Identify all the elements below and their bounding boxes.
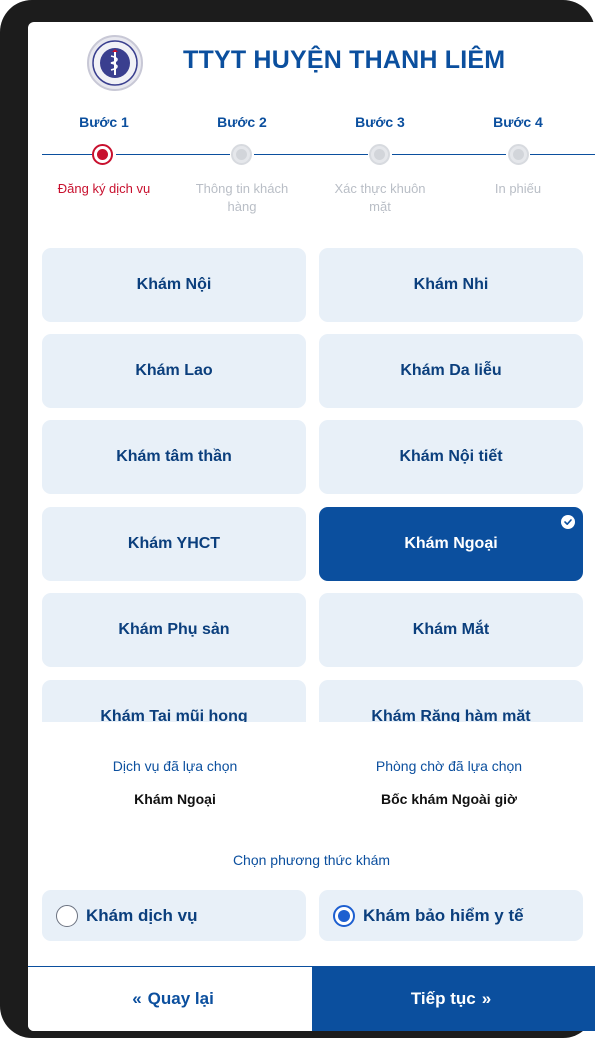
stepper-line bbox=[116, 154, 230, 155]
selection-summary: Dịch vụ đã lựa chọn Khám Ngoại Phòng chờ… bbox=[28, 758, 595, 818]
step-3-indicator bbox=[369, 144, 390, 165]
kiosk-screen: TTYT HUYỆN THANH LIÊM Bước 1 Bước 2 Bước… bbox=[28, 22, 595, 1031]
selected-service-label: Dịch vụ đã lựa chọn bbox=[112, 758, 238, 774]
radio-checked-icon bbox=[333, 904, 355, 927]
next-button-label: Tiếp tục bbox=[410, 988, 476, 1008]
back-button[interactable]: « Quay lại bbox=[28, 966, 313, 1031]
service-label: Khám Phụ sản bbox=[118, 621, 230, 638]
stepper-line bbox=[42, 154, 92, 155]
service-kham-tam-than[interactable]: Khám tâm thần bbox=[42, 420, 306, 494]
service-label: Khám Da liễu bbox=[400, 362, 502, 379]
stepper-line bbox=[392, 154, 506, 155]
stepper: Bước 1 Bước 2 Bước 3 Bước 4 Đăng ký dịch… bbox=[28, 110, 595, 250]
service-label: Khám Nội tiết bbox=[399, 448, 503, 465]
service-kham-da-lieu[interactable]: Khám Da liễu bbox=[319, 334, 583, 408]
step-4-indicator bbox=[508, 144, 529, 165]
radio-unchecked-icon bbox=[56, 904, 78, 927]
page-title: TTYT HUYỆN THANH LIÊM bbox=[183, 46, 506, 74]
step-1-label: Bước 1 bbox=[79, 114, 129, 130]
header: TTYT HUYỆN THANH LIÊM bbox=[28, 22, 595, 110]
step-3-label: Bước 3 bbox=[355, 114, 405, 130]
service-label: Khám Răng hàm mặt bbox=[371, 708, 531, 722]
step-4-label: Bước 4 bbox=[493, 114, 543, 130]
service-label: Khám Nhi bbox=[413, 276, 489, 293]
next-button[interactable]: Tiếp tục » bbox=[313, 966, 595, 1031]
step-2-label: Bước 2 bbox=[217, 114, 267, 130]
service-kham-noi[interactable]: Khám Nội bbox=[42, 248, 306, 322]
check-icon bbox=[561, 515, 575, 529]
method-option-insurance[interactable]: Khám bảo hiểm y tế bbox=[319, 890, 583, 941]
selected-room-value: Bốc khám Ngoài giờ bbox=[381, 791, 517, 807]
back-button-label: Quay lại bbox=[147, 989, 214, 1008]
service-label: Khám Nội bbox=[136, 276, 212, 293]
step-4-description: In phiếu bbox=[494, 181, 542, 196]
service-kham-phu-san[interactable]: Khám Phụ sản bbox=[42, 593, 306, 667]
step-1-indicator bbox=[92, 144, 113, 165]
ministry-of-health-logo bbox=[87, 35, 143, 91]
service-label: Khám Lao bbox=[135, 362, 213, 379]
service-kham-noi-tiet[interactable]: Khám Nội tiết bbox=[319, 420, 583, 494]
service-kham-rang-ham-mat[interactable]: Khám Răng hàm mặt bbox=[319, 680, 583, 722]
service-label: Khám tâm thần bbox=[116, 448, 232, 465]
service-kham-ngoai[interactable]: Khám Ngoại bbox=[319, 507, 583, 581]
service-grid: Khám Nội Khám Nhi Khám Lao Khám Da liễu … bbox=[28, 248, 595, 722]
selected-room-label: Phòng chờ đã lựa chọn bbox=[375, 758, 523, 774]
method-option-label: Khám dịch vụ bbox=[86, 905, 198, 925]
service-label: Khám YHCT bbox=[127, 535, 221, 552]
method-option-label: Khám bảo hiểm y tế bbox=[363, 905, 524, 925]
service-kham-tai-mui-hong[interactable]: Khám Tai mũi họng bbox=[42, 680, 306, 722]
method-option-service[interactable]: Khám dịch vụ bbox=[42, 890, 306, 941]
service-label: Khám Ngoại bbox=[404, 535, 498, 552]
service-label: Khám Mắt bbox=[412, 621, 490, 638]
double-chevron-right-icon: » bbox=[481, 988, 492, 1008]
double-chevron-left-icon: « bbox=[132, 989, 142, 1008]
service-kham-mat[interactable]: Khám Mắt bbox=[319, 593, 583, 667]
step-3-description: Xác thực khuôn mặt bbox=[334, 181, 426, 214]
device-frame: TTYT HUYỆN THANH LIÊM Bước 1 Bước 2 Bước… bbox=[0, 0, 595, 1038]
service-kham-nhi[interactable]: Khám Nhi bbox=[319, 248, 583, 322]
service-kham-yhct[interactable]: Khám YHCT bbox=[42, 507, 306, 581]
exam-method-heading: Chọn phương thức khám bbox=[232, 852, 391, 868]
service-kham-lao[interactable]: Khám Lao bbox=[42, 334, 306, 408]
stepper-line bbox=[254, 154, 368, 155]
stepper-line bbox=[530, 154, 595, 155]
selected-service-value: Khám Ngoại bbox=[134, 791, 216, 807]
step-1-description: Đăng ký dịch vụ bbox=[57, 181, 151, 196]
step-2-description: Thông tin khách hàng bbox=[195, 181, 289, 214]
service-label: Khám Tai mũi họng bbox=[100, 708, 248, 722]
step-2-indicator bbox=[231, 144, 252, 165]
